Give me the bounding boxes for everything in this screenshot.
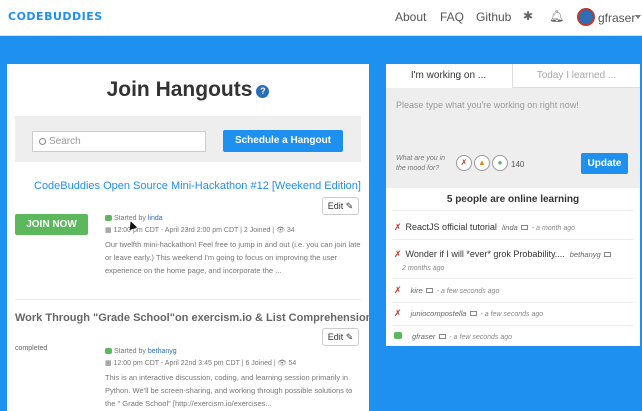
divider [392, 325, 634, 326]
search-icon [39, 138, 46, 145]
online-user[interactable]: bethanyg [570, 250, 601, 259]
puzzle-icon[interactable]: ✱ [523, 9, 533, 23]
learn-icon: ✗ [394, 249, 402, 259]
online-item: ✗ ReactJS official tutorial linda - a mon… [394, 221, 634, 235]
online-time: - a month ago [531, 225, 576, 232]
hangouts-panel: Join Hangouts? Search Schedule a Hangout… [7, 64, 369, 411]
online-item: ✗ juniocompostella - a few seconds ago [394, 307, 634, 321]
learn-icon: ✗ [394, 222, 402, 232]
online-time: 2 months ago [402, 265, 445, 272]
page-title: Join Hangouts [106, 78, 253, 101]
user-menu[interactable]: gfraser [598, 11, 635, 25]
online-user[interactable]: juniocompostella [411, 309, 467, 318]
paw-icon [105, 348, 112, 354]
envelope-icon[interactable] [521, 225, 529, 230]
edit-button[interactable]: Edit ✎ [322, 328, 359, 346]
edit-button[interactable]: Edit ✎ [322, 197, 359, 215]
online-user[interactable]: linda [502, 223, 518, 232]
search-bar: Search Schedule a Hangout [15, 116, 361, 162]
online-header: 5 people are online learning [446, 194, 580, 205]
working-on-placeholder: Please type what you're working on right… [396, 100, 579, 110]
started-by-user[interactable]: linda [148, 215, 163, 222]
help-icon[interactable]: ? [256, 85, 270, 99]
logo[interactable]: CODEBUDDIES [8, 10, 103, 23]
edit-label: Edit [327, 201, 344, 211]
online-user[interactable]: kire [411, 286, 423, 295]
online-status-text: Wonder if I will *ever* grok Probability… [405, 249, 565, 259]
divider [392, 278, 634, 279]
mood-learn-icon[interactable]: ✗ [456, 155, 472, 171]
mood-count: 140 [511, 160, 525, 169]
hangout-description: This is an interactive discussion, codin… [105, 373, 353, 408]
status-panel: I'm working on ... Today I learned ... P… [386, 64, 640, 346]
collaborate-icon [394, 332, 402, 339]
paw-icon [105, 215, 112, 221]
online-item: ✗ Wonder if I will *ever* grok Probabilit… [394, 248, 634, 275]
online-status-text: ReactJS official tutorial [405, 222, 497, 232]
envelope-icon[interactable] [604, 252, 612, 257]
meta-text: 12:00 pm CDT - April 23rd 2:00 pm CDT | … [113, 227, 295, 234]
mood-teach-icon[interactable]: ▲ [474, 155, 490, 171]
schedule-hangout-button[interactable]: Schedule a Hangout [223, 130, 343, 152]
mood-collaborate-icon[interactable]: ● [492, 155, 508, 171]
divider [392, 210, 634, 211]
search-placeholder: Search [49, 136, 81, 147]
bell-icon[interactable]: 🔔︎ [549, 9, 564, 23]
edit-label: Edit [327, 332, 344, 342]
online-item: gfraser - a few seconds ago [394, 330, 634, 344]
envelope-icon[interactable] [469, 311, 477, 316]
online-time: - a few seconds ago [449, 334, 513, 341]
hangout-description: Our twelfth mini-hackathon! Feel free to… [105, 240, 361, 275]
started-by: Started by bethanyg [105, 348, 177, 355]
mood-label: What are you in the mood for? [396, 155, 446, 172]
online-item: ✗ kire - a few seconds ago [394, 284, 634, 298]
update-button[interactable]: Update [581, 153, 628, 174]
join-now-button[interactable]: JOIN NOW [15, 214, 88, 235]
online-time: - a few seconds ago [480, 311, 544, 318]
chevron-down-icon[interactable] [635, 15, 641, 19]
divider [15, 299, 361, 300]
top-navbar: CODEBUDDIES About FAQ Github ✱ 🔔︎ gfrase… [0, 0, 642, 36]
nav-faq-link[interactable]: FAQ [440, 10, 464, 24]
started-by-user[interactable]: bethanyg [148, 348, 177, 355]
nav-github-link[interactable]: Github [476, 10, 511, 24]
hangout-title[interactable]: CodeBuddies Open Source Mini-Hackathon #… [34, 180, 361, 192]
started-prefix: Started by [114, 348, 146, 355]
divider [392, 239, 634, 240]
avatar[interactable] [577, 8, 595, 26]
status-badge: completed [15, 345, 48, 352]
learn-icon: ✗ [394, 308, 402, 318]
hangout-title[interactable]: Work Through "Grade School"on exercism.i… [15, 312, 369, 324]
page-title-row: Join Hangouts? [7, 78, 369, 102]
search-input[interactable]: Search [32, 131, 206, 152]
online-user[interactable]: gfraser [412, 332, 435, 341]
divider [392, 302, 634, 303]
working-on-input[interactable]: Please type what you're working on right… [386, 88, 640, 188]
hangout-meta: ▦ 12:00 pm CDT - April 22nd 3:45 pm CDT … [105, 360, 297, 367]
tab-working-on[interactable]: I'm working on ... [386, 64, 511, 88]
online-time: - a few seconds ago [436, 288, 500, 295]
envelope-icon[interactable] [438, 334, 446, 339]
meta-text: 12:00 pm CDT - April 22nd 3:45 pm CDT | … [113, 360, 297, 367]
tab-today-i-learned[interactable]: Today I learned ... [512, 64, 640, 88]
learn-icon: ✗ [394, 285, 402, 295]
nav-about-link[interactable]: About [395, 10, 426, 24]
envelope-icon[interactable] [426, 288, 434, 293]
